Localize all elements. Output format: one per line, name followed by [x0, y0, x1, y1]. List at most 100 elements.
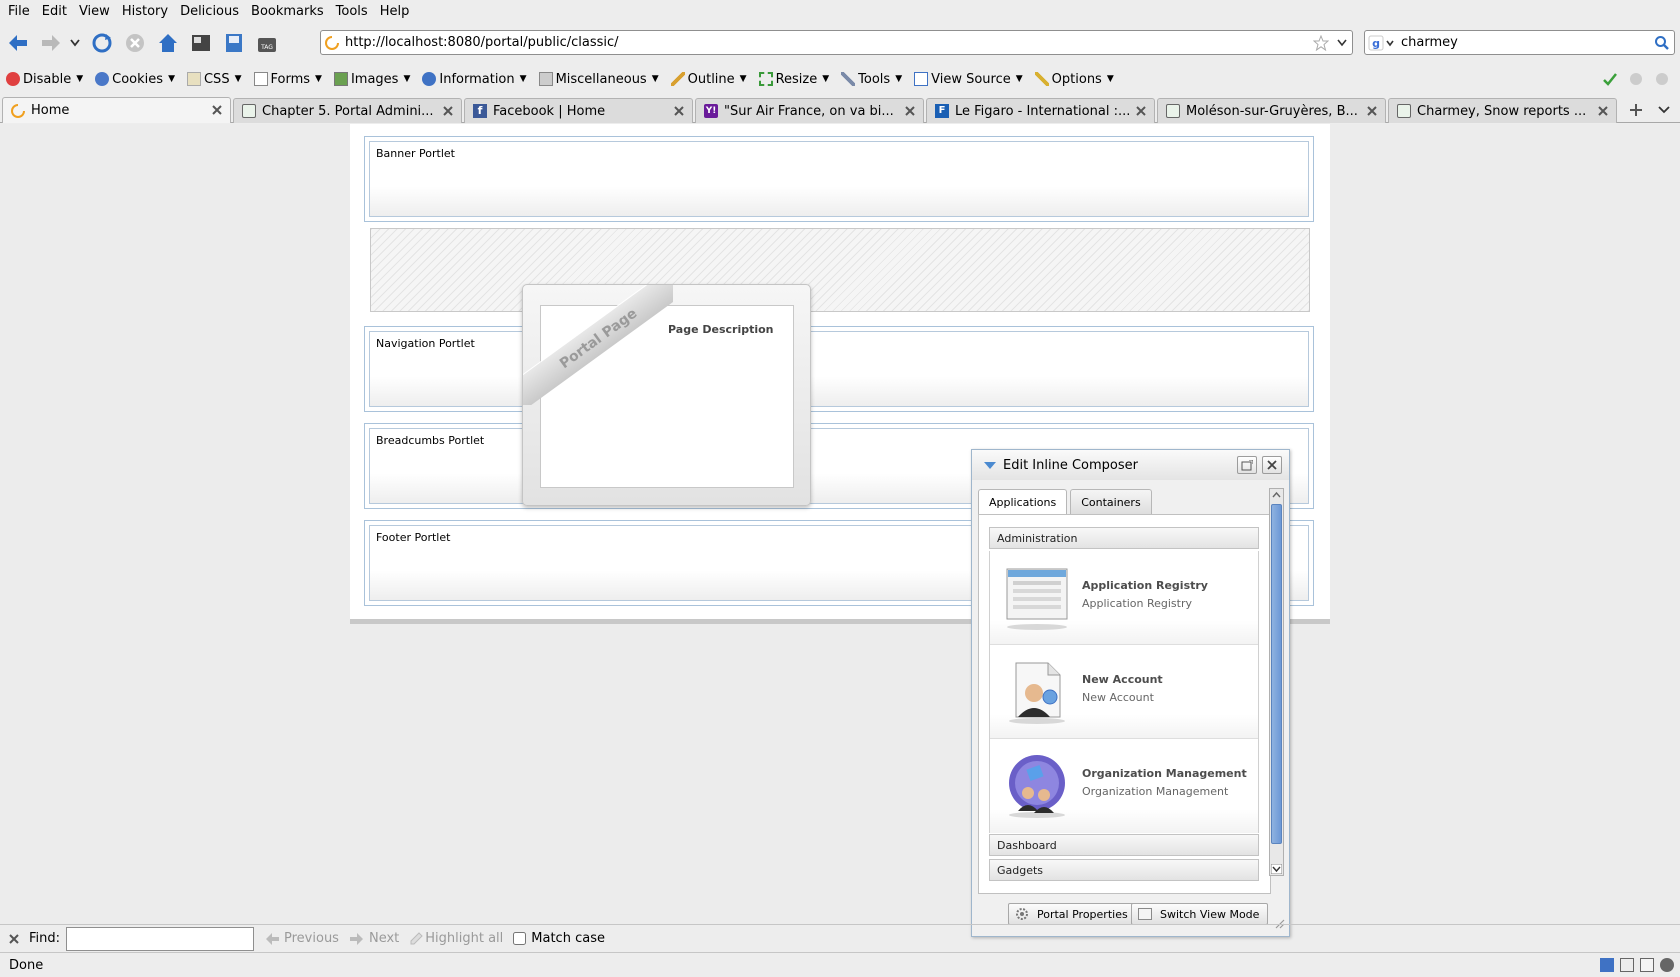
devbar-options[interactable]: Options ▼	[1034, 72, 1114, 87]
find-next-button[interactable]: Next	[349, 931, 399, 946]
tab-chapter-5[interactable]: Chapter 5. Portal Admini...	[233, 98, 462, 123]
close-icon[interactable]	[1596, 104, 1610, 118]
devbar-miscellaneous[interactable]: Miscellaneous ▼	[538, 72, 659, 87]
app-organization-management[interactable]: Organization Management Organization Man…	[990, 739, 1258, 833]
devbar-forms[interactable]: Forms ▼	[253, 72, 322, 87]
options-icon	[1034, 72, 1049, 86]
devbar-view-source[interactable]: View Source ▼	[914, 72, 1023, 87]
chevron-down-icon: ▼	[315, 74, 322, 84]
menu-tools[interactable]: Tools	[330, 1, 374, 23]
composer-close-button[interactable]	[1262, 456, 1282, 474]
devbar-cookies[interactable]: Cookies ▼	[95, 72, 175, 87]
devbar-resize[interactable]: Resize ▼	[758, 72, 829, 87]
menu-file[interactable]: File	[2, 1, 36, 23]
application-list: Application Registry Application Registr…	[989, 551, 1259, 833]
close-icon[interactable]	[903, 104, 917, 118]
app-new-account[interactable]: New Account New Account	[990, 645, 1258, 739]
tab-home[interactable]: Home	[2, 97, 231, 123]
banner-portlet[interactable]: Banner Portlet	[364, 136, 1314, 222]
portlet-label: Banner Portlet	[376, 147, 455, 160]
category-administration[interactable]: Administration	[989, 527, 1259, 549]
tab-le-figaro[interactable]: F Le Figaro - International :...	[926, 98, 1155, 123]
tab-containers[interactable]: Containers	[1070, 489, 1152, 514]
collapse-triangle-icon[interactable]	[984, 462, 996, 469]
devbar-images[interactable]: Images ▼	[333, 72, 410, 87]
devbar-disable[interactable]: Disable ▼	[6, 72, 83, 87]
portal-page-drag-card[interactable]: Page Description Portal Page	[522, 284, 811, 506]
scrollbar-thumb[interactable]	[1271, 504, 1282, 844]
tab-applications[interactable]: Applications	[978, 489, 1068, 515]
switch-view-mode-button[interactable]: Switch View Mode	[1131, 903, 1269, 925]
find-input[interactable]	[66, 926, 255, 951]
screenshot-button[interactable]	[186, 28, 216, 58]
composer-title-bar[interactable]: Edit Inline Composer	[972, 450, 1289, 480]
menu-history[interactable]: History	[116, 1, 174, 23]
tab-yahoo[interactable]: Y! "Sur Air France, on va bi...	[695, 98, 924, 123]
mail-icon[interactable]	[1640, 958, 1654, 972]
devbar-information[interactable]: Information ▼	[422, 72, 527, 87]
tab-charmey[interactable]: Charmey, Snow reports ...	[1388, 98, 1617, 123]
url-dropdown-icon[interactable]	[1332, 39, 1352, 47]
svg-text:TAG: TAG	[260, 44, 273, 51]
navigation-portlet[interactable]: Navigation Portlet	[364, 326, 1314, 412]
scroll-up-arrow-icon[interactable]	[1272, 491, 1281, 498]
menu-help[interactable]: Help	[374, 1, 416, 23]
close-icon[interactable]	[7, 932, 21, 946]
menu-edit[interactable]: Edit	[36, 1, 73, 23]
grid-icon[interactable]	[1620, 958, 1634, 972]
tab-list-chevron-icon[interactable]	[1658, 105, 1670, 115]
highlight-all-button[interactable]: Highlight all	[409, 931, 503, 946]
close-icon[interactable]	[1365, 104, 1379, 118]
search-icon[interactable]	[1650, 35, 1674, 51]
scroll-down-arrow-icon[interactable]	[1271, 864, 1282, 874]
find-previous-button[interactable]: Previous	[264, 931, 339, 946]
page-description: Page Description	[668, 323, 774, 336]
back-button[interactable]	[3, 28, 33, 58]
status-dot-icon	[1630, 73, 1642, 85]
view-mode-icon	[1138, 908, 1152, 920]
yahoo-icon: Y!	[704, 104, 718, 118]
composer-restore-button[interactable]	[1237, 456, 1257, 474]
close-icon[interactable]	[1134, 104, 1148, 118]
devbar-outline[interactable]: Outline ▼	[670, 72, 747, 87]
chevron-down-icon: ▼	[1106, 74, 1114, 84]
url-input[interactable]	[343, 31, 1310, 54]
home-button[interactable]	[153, 28, 183, 58]
search-input[interactable]	[1399, 31, 1650, 54]
bug-icon[interactable]	[1660, 958, 1674, 972]
menu-bookmarks[interactable]: Bookmarks	[245, 1, 330, 23]
match-case-checkbox[interactable]	[513, 932, 527, 945]
chevron-down-icon: ▼	[651, 74, 659, 84]
url-bar[interactable]	[320, 30, 1353, 55]
category-dashboard[interactable]: Dashboard	[989, 834, 1259, 856]
new-tab-icon[interactable]	[1628, 102, 1644, 118]
status-icons	[1600, 958, 1674, 972]
close-icon[interactable]	[210, 103, 224, 117]
screen-icon[interactable]	[1600, 958, 1614, 972]
forward-arrow-icon	[42, 35, 60, 51]
bookmark-star-icon[interactable]	[1310, 34, 1332, 51]
portal-properties-button[interactable]: Portal Properties	[1008, 903, 1137, 925]
reload-button[interactable]	[87, 28, 117, 58]
composer-scrollbar[interactable]	[1269, 488, 1284, 876]
save-page-button[interactable]	[219, 28, 249, 58]
close-icon[interactable]	[672, 104, 686, 118]
menu-view[interactable]: View	[73, 1, 116, 23]
close-icon[interactable]	[441, 104, 455, 118]
match-case-toggle[interactable]: Match case	[513, 931, 605, 946]
search-bar[interactable]: g	[1364, 30, 1675, 55]
devbar-tools[interactable]: Tools ▼	[841, 72, 902, 87]
category-gadgets[interactable]: Gadgets	[989, 859, 1259, 881]
devbar-css[interactable]: CSS ▼	[186, 72, 242, 87]
stop-icon	[126, 34, 144, 52]
screenshot-icon	[192, 35, 210, 51]
stop-button[interactable]	[120, 28, 150, 58]
tab-facebook[interactable]: f Facebook | Home	[464, 98, 693, 123]
search-engine-icon[interactable]: g	[1365, 35, 1399, 51]
tab-moleson[interactable]: Moléson-sur-Gruyères, B...	[1157, 98, 1386, 123]
tag-button[interactable]: TAG	[252, 28, 282, 58]
history-dropdown-button[interactable]	[66, 28, 84, 58]
app-application-registry[interactable]: Application Registry Application Registr…	[990, 551, 1258, 645]
forward-button[interactable]	[36, 28, 66, 58]
menu-delicious[interactable]: Delicious	[174, 1, 245, 23]
